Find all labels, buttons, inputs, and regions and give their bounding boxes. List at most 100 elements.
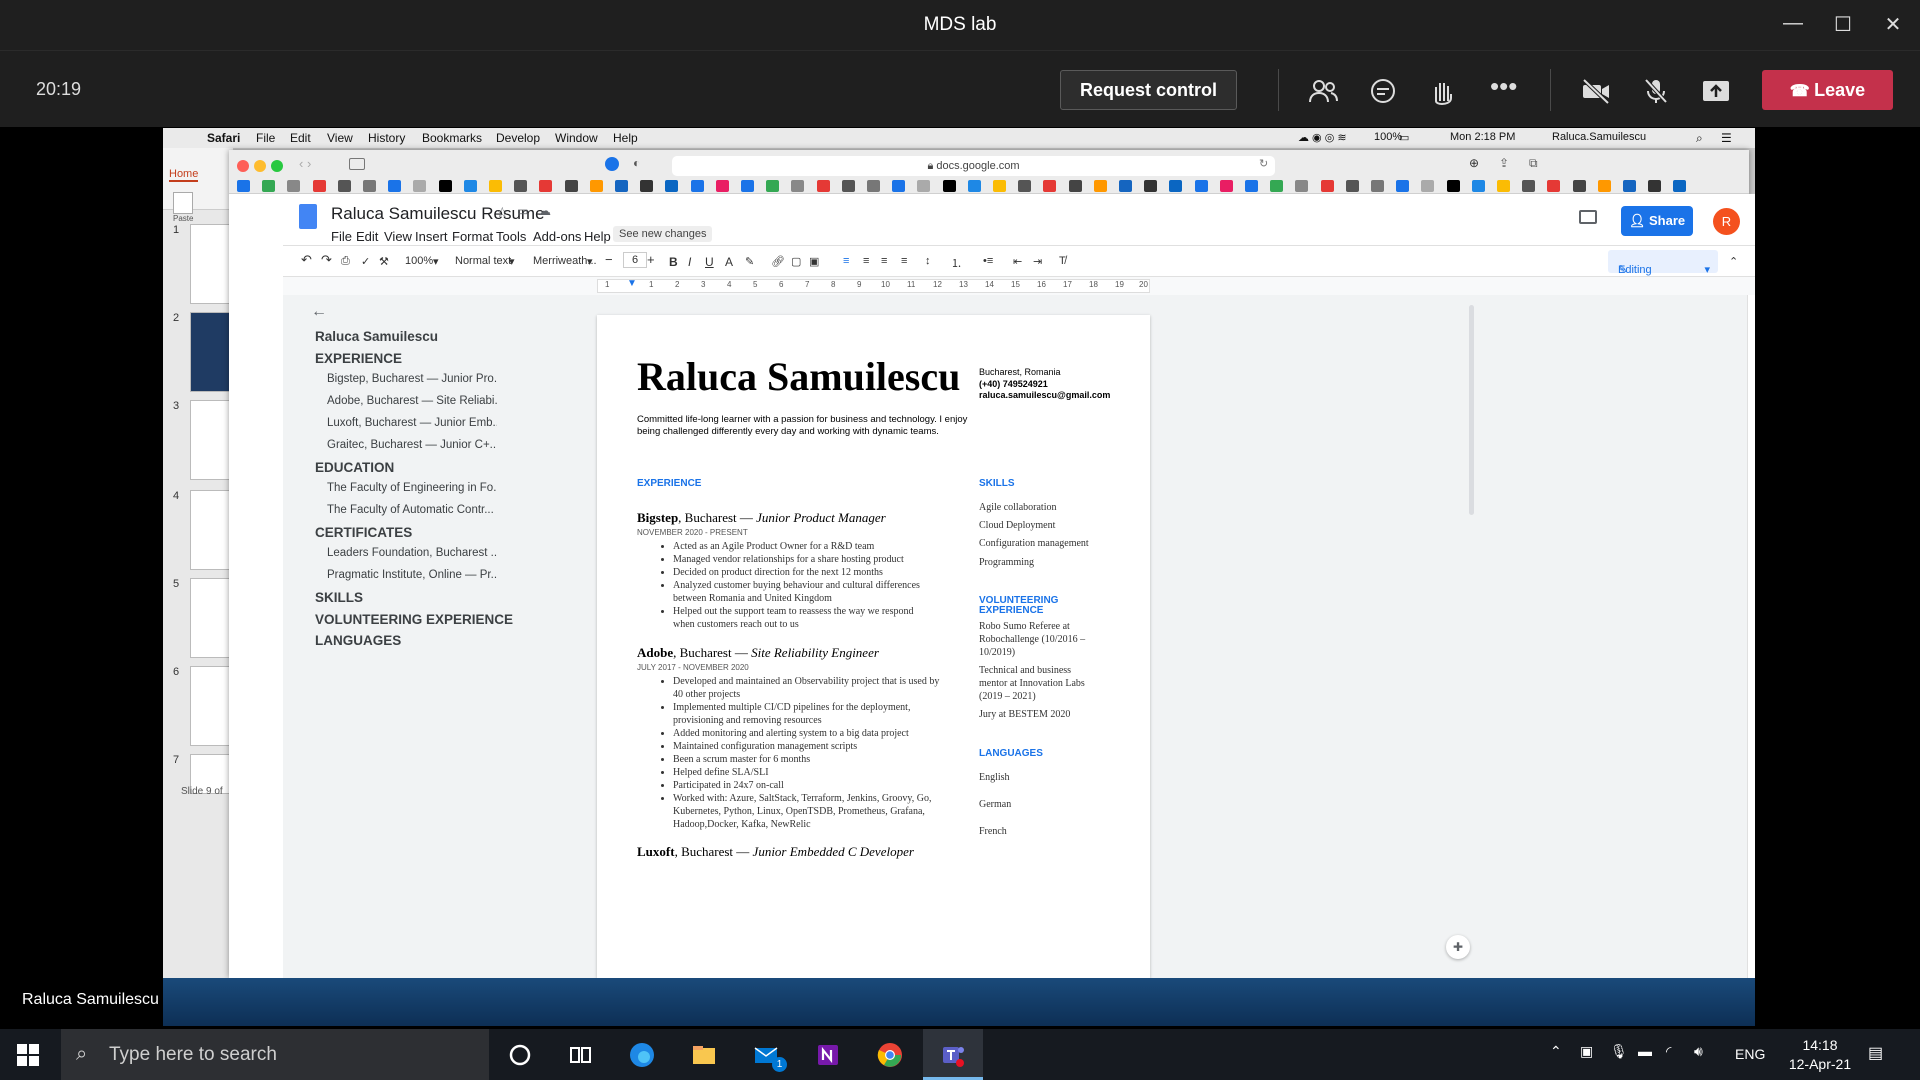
close-window-icon[interactable] — [237, 160, 249, 172]
menu-insert[interactable]: Insert — [415, 229, 448, 244]
url-bar[interactable]: 🔒︎ docs.google.com — [672, 156, 1275, 176]
leave-button[interactable]: ☎ Leave — [1762, 70, 1893, 110]
favorite-icon[interactable] — [1320, 180, 1334, 192]
back-arrow-icon[interactable]: ← — [311, 303, 327, 321]
favorite-icon[interactable] — [1471, 180, 1485, 192]
file-explorer-icon[interactable] — [691, 1042, 717, 1068]
spotlight-icon[interactable]: ⌕ — [1696, 131, 1703, 146]
share-button[interactable]: 👤︎ Share — [1621, 206, 1693, 236]
maximize-icon[interactable]: ☐ — [1828, 12, 1858, 38]
control-center-icon[interactable]: ☰ — [1721, 131, 1732, 145]
line-spacing-icon[interactable]: ↕ — [925, 255, 931, 267]
slide-thumbnail[interactable] — [190, 224, 233, 304]
collapse-toolbar-icon[interactable]: ⌃ — [1729, 255, 1738, 268]
minimize-icon[interactable]: — — [1778, 12, 1808, 38]
favorite-icon[interactable] — [1648, 180, 1662, 192]
font-size-decrease-icon[interactable]: − — [605, 252, 613, 267]
outline-item[interactable]: Leaders Foundation, Bucharest ... — [327, 547, 497, 559]
menu-edit[interactable]: Edit — [290, 131, 311, 145]
favorite-icon[interactable] — [514, 180, 528, 192]
task-view-icon[interactable] — [567, 1042, 593, 1068]
favorite-icon[interactable] — [1093, 180, 1107, 192]
favorite-icon[interactable] — [1119, 180, 1132, 192]
menu-view[interactable]: View — [327, 131, 353, 145]
font-size-increase-icon[interactable]: + — [647, 252, 655, 267]
justify-icon[interactable]: ≡ — [901, 255, 907, 267]
taskbar-search-box[interactable]: ⌕ Type here to search — [61, 1029, 489, 1080]
chrome-icon[interactable] — [877, 1042, 903, 1068]
favorite-icon[interactable] — [237, 180, 250, 192]
outline-item[interactable]: The Faculty of Automatic Contr... — [327, 504, 497, 516]
favorite-icon[interactable] — [1345, 180, 1359, 192]
favorite-icon[interactable] — [287, 180, 301, 192]
mac-user[interactable]: Raluca.Samuilescu — [1552, 131, 1646, 143]
outline-item[interactable]: EDUCATION — [315, 460, 394, 475]
favorite-icon[interactable] — [438, 180, 452, 192]
favorite-icon[interactable] — [1421, 180, 1435, 192]
downloads-icon[interactable]: ⊕ — [1469, 156, 1479, 170]
favorite-icon[interactable] — [690, 180, 704, 192]
menu-view[interactable]: View — [384, 229, 412, 244]
outline-item[interactable]: Pragmatic Institute, Online — Pr... — [327, 569, 497, 581]
cortana-icon[interactable] — [507, 1042, 533, 1068]
notifications-icon[interactable]: ▤ — [1868, 1043, 1883, 1063]
favorite-icon[interactable] — [766, 180, 780, 192]
font-size-input[interactable]: 6 — [623, 252, 648, 268]
favorite-icon[interactable] — [589, 180, 603, 192]
favorite-icon[interactable] — [1497, 180, 1510, 192]
favorite-icon[interactable] — [967, 180, 981, 192]
privacy-shield-icon[interactable]: ◐ — [633, 156, 640, 170]
favorite-icon[interactable] — [539, 180, 553, 192]
favorite-icon[interactable] — [640, 180, 654, 192]
share-screen-icon[interactable] — [1700, 77, 1732, 105]
outline-item[interactable]: Graitec, Bucharest — Junior C+... — [327, 439, 497, 451]
favorite-icon[interactable] — [715, 180, 729, 192]
text-color-icon[interactable]: A — [725, 255, 733, 269]
menu-addons[interactable]: Add-ons — [533, 229, 581, 244]
undo-icon[interactable]: ↶ — [301, 252, 312, 268]
windows-start-icon[interactable] — [17, 1044, 39, 1066]
mic-off-icon[interactable] — [1640, 77, 1672, 105]
zoom-select[interactable]: 100% — [405, 255, 433, 267]
favorite-icon[interactable] — [489, 180, 502, 192]
favorite-icon[interactable] — [816, 180, 830, 192]
tray-mic-icon[interactable]: 🎙︎ — [1610, 1043, 1628, 1060]
italic-icon[interactable]: I — [688, 255, 691, 269]
bold-icon[interactable]: B — [669, 255, 678, 269]
clear-formatting-icon[interactable]: T̸ — [1059, 255, 1066, 267]
favorite-icon[interactable] — [363, 180, 376, 192]
outline-item[interactable]: CERTIFICATES — [315, 525, 412, 540]
outline-item[interactable]: Raluca Samuilescu — [315, 329, 438, 344]
favorite-icon[interactable] — [1169, 180, 1183, 192]
menu-safari[interactable]: Safari — [207, 131, 240, 145]
paint-format-icon[interactable]: ⚒ — [379, 255, 389, 268]
favorite-icon[interactable] — [1522, 180, 1536, 192]
favorite-icon[interactable] — [741, 180, 754, 192]
camera-off-icon[interactable] — [1580, 77, 1612, 105]
comment-icon[interactable]: ▢ — [791, 255, 801, 268]
menu-help[interactable]: Help — [613, 131, 638, 145]
favorite-icon[interactable] — [1623, 180, 1636, 192]
spellcheck-icon[interactable]: ✓ — [361, 255, 370, 268]
favorite-icon[interactable] — [337, 180, 351, 192]
ruler[interactable]: 1 ▼ 1 2 3 4 5 6 7 8 9 10 11 12 13 14 15 … — [283, 277, 1755, 295]
menu-develop[interactable]: Develop — [496, 131, 540, 145]
chat-icon[interactable] — [1367, 77, 1399, 105]
comments-icon[interactable] — [1579, 210, 1597, 224]
tray-device-icon[interactable]: ▣ — [1580, 1043, 1593, 1060]
minimize-window-icon[interactable] — [254, 160, 266, 172]
numbered-list-icon[interactable]: ⒈ — [951, 255, 962, 271]
favorite-icon[interactable] — [1597, 180, 1611, 192]
menu-window[interactable]: Window — [555, 131, 598, 145]
more-actions-icon[interactable]: ••• — [1490, 71, 1517, 102]
outline-item[interactable]: Adobe, Bucharest — Site Reliabi... — [327, 395, 497, 407]
slide-thumbnail[interactable] — [190, 578, 233, 658]
bulleted-list-icon[interactable]: •≡ — [983, 255, 993, 267]
favorite-icon[interactable] — [1673, 180, 1687, 192]
menu-file[interactable]: File — [256, 131, 275, 145]
slide-thumbnail[interactable] — [190, 666, 233, 746]
favorite-icon[interactable] — [841, 180, 855, 192]
favorite-icon[interactable] — [1245, 180, 1258, 192]
favorite-icon[interactable] — [1446, 180, 1460, 192]
battery-icon[interactable]: ▬ — [1638, 1043, 1652, 1059]
